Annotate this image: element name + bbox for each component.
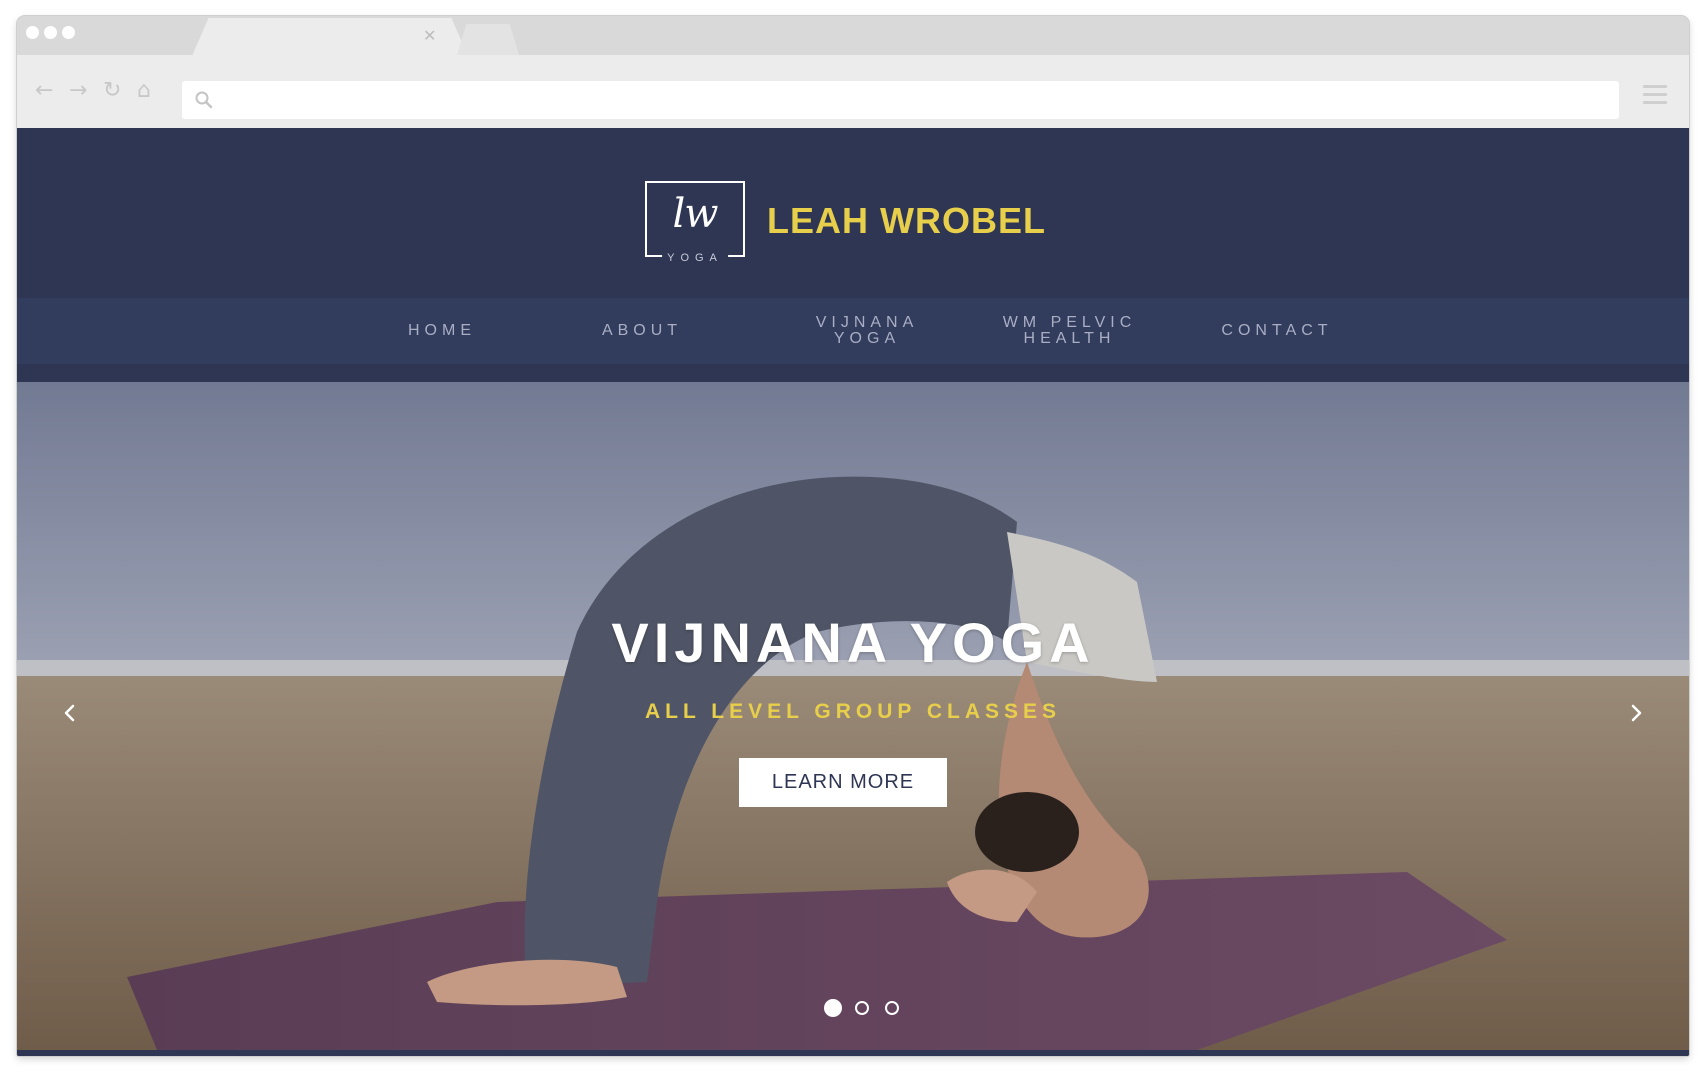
hero-title: VIJNANA YOGA [611, 611, 1095, 674]
logo[interactable]: lw YOGA [645, 181, 745, 264]
main-nav: HOME ABOUT VIJNANA YOGA WM PELVIC HEALTH… [17, 298, 1689, 364]
back-arrow-icon[interactable]: ← [35, 79, 53, 103]
site-header: lw YOGA LEAH WROBEL [17, 128, 1689, 298]
nav-item-about[interactable]: ABOUT [562, 298, 722, 364]
nav-item-home[interactable]: HOME [367, 298, 517, 364]
new-tab-button[interactable] [457, 24, 519, 55]
window-maximize-dot[interactable] [62, 26, 75, 39]
tab-close-icon[interactable]: ✕ [423, 26, 436, 45]
hero-subtitle: ALL LEVEL GROUP CLASSES [644, 700, 1062, 723]
nav-item-wm-pelvic-health[interactable]: WM PELVIC HEALTH [972, 298, 1167, 364]
slide-dot-2[interactable] [855, 1001, 869, 1015]
browser-titlebar: ✕ [17, 16, 1689, 56]
nav-divider [17, 364, 1689, 382]
chevron-right-icon[interactable] [1623, 700, 1649, 726]
page-viewport: lw YOGA LEAH WROBEL HOME ABOUT VIJNANA Y… [17, 128, 1689, 1056]
browser-window: ✕ ← → ↻ ⌂ lw YOGA LEAH WROBEL HOME ABOUT… [17, 16, 1689, 1056]
window-minimize-dot[interactable] [44, 26, 57, 39]
learn-more-button[interactable]: LEARN MORE [739, 758, 947, 807]
address-bar[interactable] [182, 81, 1619, 119]
home-icon[interactable]: ⌂ [137, 79, 151, 103]
slide-dot-3[interactable] [885, 1001, 899, 1015]
nav-item-vijnana-yoga[interactable]: VIJNANA YOGA [792, 298, 942, 364]
reload-icon[interactable]: ↻ [103, 79, 121, 103]
logo-monogram: lw [672, 191, 718, 237]
forward-arrow-icon[interactable]: → [69, 79, 87, 103]
slide-dot-1[interactable] [824, 999, 842, 1017]
brand-name[interactable]: LEAH WROBEL [767, 200, 1046, 242]
nav-item-contact[interactable]: CONTACT [1182, 298, 1372, 364]
footer-strip [17, 1050, 1689, 1056]
window-close-dot[interactable] [26, 26, 39, 39]
hero-slider: VIJNANA YOGA ALL LEVEL GROUP CLASSES LEA… [17, 382, 1689, 1050]
logo-subtext: YOGA [662, 252, 728, 264]
search-icon [195, 91, 213, 109]
browser-toolbar: ← → ↻ ⌂ [17, 55, 1689, 128]
browser-menu-icon[interactable] [1643, 85, 1667, 105]
chevron-left-icon[interactable] [57, 700, 83, 726]
slider-pagination [17, 999, 1689, 1017]
